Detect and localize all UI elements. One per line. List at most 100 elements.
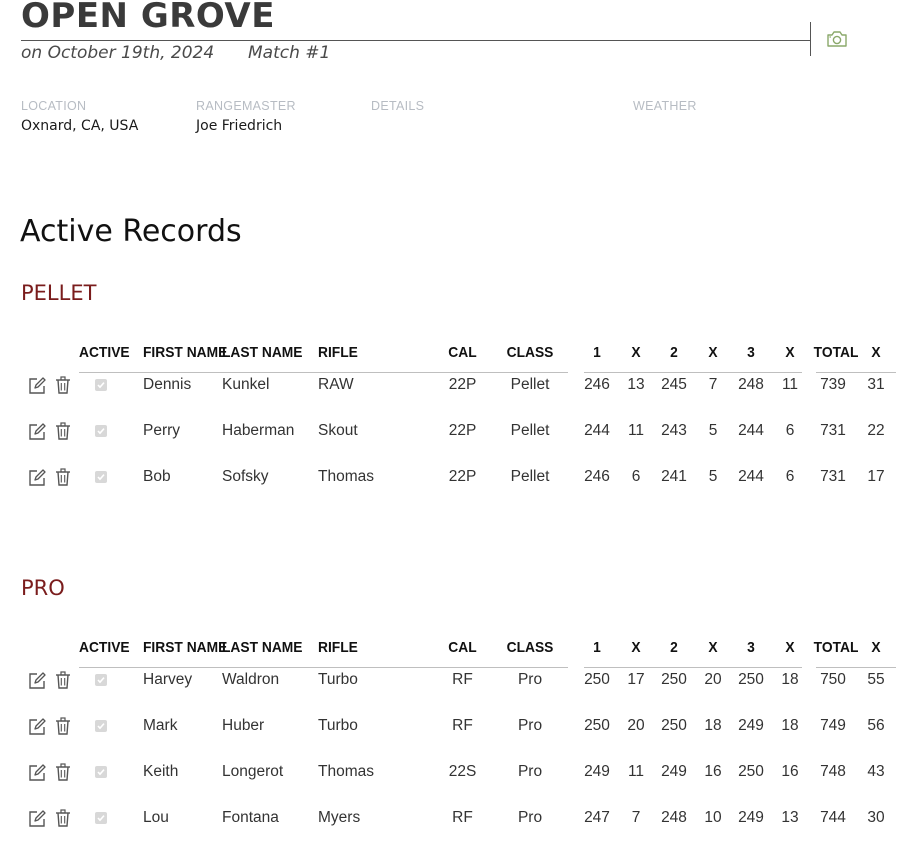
col-last-name[interactable]: LAST NAME (222, 639, 309, 656)
col-score-2[interactable]: 2 (662, 639, 686, 656)
cell-cal: 22P (448, 468, 477, 485)
page-title: OPEN GROVE (21, 0, 275, 36)
camera-icon[interactable] (826, 29, 848, 49)
cell-s2: 249 (661, 763, 687, 780)
col-rifle[interactable]: RIFLE (318, 639, 419, 656)
col-score-3[interactable]: 3 (739, 344, 763, 361)
cell-s2: 250 (661, 717, 687, 734)
cell-s1: 246 (584, 468, 610, 485)
col-score-1[interactable]: 1 (585, 344, 609, 361)
cell-s3: 244 (738, 468, 764, 485)
cell-s1: 246 (584, 376, 610, 393)
col-score-2[interactable]: 2 (662, 344, 686, 361)
edit-icon[interactable] (27, 376, 47, 396)
cell-class: Pellet (510, 468, 550, 485)
col-x-2[interactable]: X (702, 344, 724, 361)
col-x-1[interactable]: X (625, 639, 647, 656)
col-class[interactable]: CLASS (502, 639, 557, 656)
details-label: DETAILS (371, 99, 425, 113)
col-x-2[interactable]: X (702, 639, 724, 656)
col-score-1[interactable]: 1 (585, 639, 609, 656)
active-checkbox[interactable] (95, 766, 107, 778)
cell-x1: 13 (627, 376, 645, 393)
cell-rifle: Thomas (318, 468, 374, 485)
cell-rifle: Turbo (318, 671, 358, 688)
trash-icon[interactable] (53, 670, 73, 690)
cell-x3: 6 (785, 422, 795, 439)
trash-icon[interactable] (53, 467, 73, 487)
col-cal[interactable]: CAL (442, 344, 483, 361)
cell-x3: 18 (781, 717, 799, 734)
col-x-total[interactable]: X (865, 344, 887, 361)
cell-x1: 6 (631, 468, 641, 485)
col-class[interactable]: CLASS (502, 344, 557, 361)
cell-total: 739 (820, 376, 846, 393)
active-checkbox[interactable] (95, 720, 107, 732)
cell-cal: 22P (448, 422, 477, 439)
col-score-3[interactable]: 3 (739, 639, 763, 656)
trash-icon[interactable] (53, 762, 73, 782)
edit-icon[interactable] (27, 422, 47, 442)
cell-x1: 20 (627, 717, 645, 734)
col-x-total[interactable]: X (865, 639, 887, 656)
group-title: PRO (21, 576, 65, 600)
location-value: Oxnard, CA, USA (21, 118, 139, 134)
cell-s3: 249 (738, 717, 764, 734)
col-active[interactable]: ACTIVE (79, 639, 130, 656)
active-checkbox[interactable] (95, 471, 107, 483)
cell-cal: 22P (448, 376, 477, 393)
cell-class: Pellet (510, 422, 550, 439)
cell-s1: 249 (584, 763, 610, 780)
col-active[interactable]: ACTIVE (79, 344, 130, 361)
col-first-name[interactable]: FIRST NAME (143, 344, 227, 361)
cell-xt: 31 (867, 376, 885, 393)
cell-first: Keith (143, 763, 179, 780)
active-checkbox[interactable] (95, 674, 107, 686)
col-x-3[interactable]: X (779, 344, 801, 361)
cell-s3: 248 (738, 376, 764, 393)
active-checkbox[interactable] (95, 425, 107, 437)
trash-icon[interactable] (53, 421, 73, 441)
col-rifle[interactable]: RIFLE (318, 344, 419, 361)
cell-first: Perry (143, 422, 181, 439)
edit-icon[interactable] (27, 809, 47, 829)
col-x-3[interactable]: X (779, 639, 801, 656)
cell-x2: 20 (704, 671, 722, 688)
rangemaster-value: Joe Friedrich (196, 118, 283, 134)
edit-icon[interactable] (27, 717, 47, 737)
cell-s2: 250 (661, 671, 687, 688)
cell-xt: 43 (867, 763, 885, 780)
cell-first: Dennis (143, 376, 192, 393)
cell-x3: 11 (781, 376, 799, 393)
edit-icon[interactable] (27, 468, 47, 488)
match-date: on October 19th, 2024 (21, 43, 215, 63)
header-underline-total (816, 667, 896, 668)
edit-icon[interactable] (27, 763, 47, 783)
col-last-name[interactable]: LAST NAME (222, 344, 309, 361)
col-total[interactable]: TOTAL (814, 639, 859, 656)
active-checkbox[interactable] (95, 379, 107, 391)
col-total[interactable]: TOTAL (814, 344, 859, 361)
cell-last: Kunkel (222, 376, 270, 393)
cell-s2: 245 (661, 376, 687, 393)
match-number: Match #1 (248, 43, 331, 63)
edit-icon[interactable] (27, 671, 47, 691)
cell-x1: 11 (627, 763, 645, 780)
cell-total: 744 (820, 809, 846, 826)
col-cal[interactable]: CAL (442, 639, 483, 656)
trash-icon[interactable] (53, 375, 73, 395)
cell-class: Pro (517, 717, 543, 734)
cell-x3: 6 (785, 468, 795, 485)
cell-last: Fontana (222, 809, 279, 826)
col-first-name[interactable]: FIRST NAME (143, 639, 227, 656)
col-x-1[interactable]: X (625, 344, 647, 361)
cell-xt: 17 (867, 468, 885, 485)
section-title: Active Records (20, 214, 242, 249)
header-underline (79, 667, 568, 668)
trash-icon[interactable] (53, 808, 73, 828)
active-checkbox[interactable] (95, 812, 107, 824)
cell-first: Mark (143, 717, 178, 734)
cell-x3: 13 (781, 809, 799, 826)
trash-icon[interactable] (53, 716, 73, 736)
cell-s3: 250 (738, 671, 764, 688)
